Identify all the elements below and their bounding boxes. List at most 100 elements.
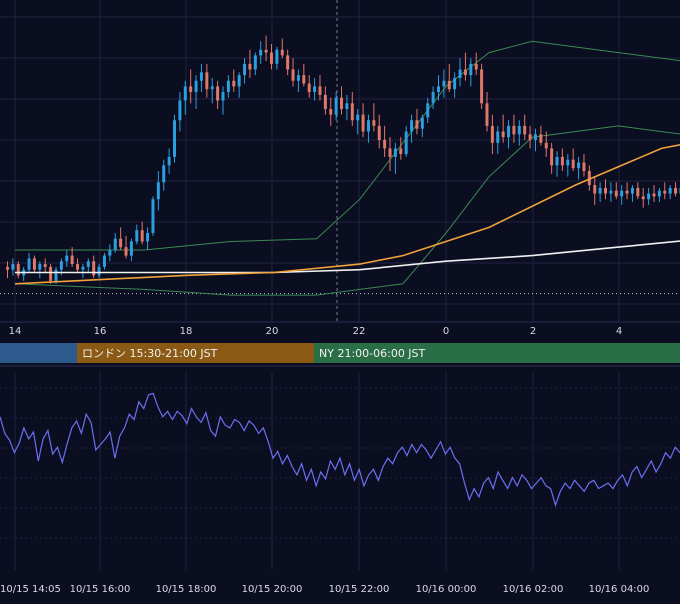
candle-body — [636, 187, 640, 197]
candle-body — [11, 264, 15, 270]
candle-body — [199, 72, 203, 81]
session-band-label: NY 21:00-06:00 JST — [319, 347, 426, 360]
candle-body — [641, 196, 645, 200]
candle-body — [156, 182, 160, 200]
candle-body — [668, 187, 672, 194]
candle-body — [474, 63, 478, 70]
chart-canvas: ロンドン 15:30-21:00 JST NY 21:00-06:00 JST 1… — [0, 0, 680, 595]
candle-body — [32, 258, 36, 270]
candle-body — [630, 187, 634, 194]
candle-body — [269, 52, 273, 64]
candle-body — [232, 80, 236, 87]
candle-body — [442, 80, 446, 87]
candle-body — [135, 230, 139, 242]
candle-body — [334, 97, 338, 115]
x-tick-label: 2 — [530, 326, 536, 337]
candle-body — [313, 86, 317, 93]
candle-body — [437, 86, 440, 93]
candle-body — [582, 162, 586, 171]
oscillator-panel — [0, 392, 680, 508]
candle-body — [205, 72, 209, 90]
session-band-label: ロンドン 15:30-21:00 JST — [82, 347, 218, 360]
candle-body — [221, 92, 225, 101]
candle-body — [533, 134, 537, 140]
candle-body — [593, 185, 597, 194]
candle-body — [183, 86, 187, 101]
candle-body — [296, 75, 300, 81]
candle-body — [539, 134, 543, 143]
bollinger-upper-line — [15, 40, 680, 251]
candle-body — [555, 156, 559, 166]
candle-body — [59, 261, 63, 270]
candle-body — [507, 125, 511, 138]
candle-body — [243, 63, 247, 76]
session-bands: ロンドン 15:30-21:00 JST NY 21:00-06:00 JST — [0, 343, 680, 363]
candle-body — [657, 190, 661, 197]
candle-body — [453, 77, 457, 90]
candle-body — [620, 190, 624, 197]
candle-body — [189, 86, 193, 93]
candle-body — [86, 261, 90, 267]
sma-short-line — [14, 143, 680, 285]
candle-body — [480, 69, 484, 104]
x-tick-label: 18 — [180, 326, 193, 337]
candle-body — [517, 125, 521, 135]
candle-body — [280, 49, 284, 56]
candle-body — [6, 266, 9, 270]
candle-body — [248, 63, 252, 70]
candle-body — [361, 114, 365, 132]
candle-body — [663, 190, 667, 194]
candle-body — [43, 264, 47, 267]
candlesticks — [6, 35, 680, 284]
candle-body — [113, 238, 117, 250]
session-band — [0, 343, 77, 363]
candle-body — [496, 131, 500, 143]
x-tick-label: 0 — [443, 326, 449, 337]
x-tick-label: 4 — [616, 326, 622, 337]
candle-body — [253, 55, 257, 70]
candle-body — [674, 187, 678, 194]
candle-body — [614, 190, 618, 197]
time-tick-label: 10/15 20:00 — [242, 584, 303, 595]
candle-body — [356, 114, 360, 121]
candle-body — [463, 69, 467, 76]
candle-body — [350, 103, 354, 121]
candle-body — [528, 134, 532, 140]
candle-body — [70, 255, 74, 265]
candle-body — [124, 247, 128, 256]
candle-body — [194, 80, 198, 93]
time-tick-label: 10/16 00:00 — [416, 584, 477, 595]
candle-body — [173, 120, 177, 157]
candle-body — [286, 55, 290, 70]
time-tick-label: 10/16 04:00 — [589, 584, 650, 595]
candle-body — [383, 139, 387, 149]
candle-body — [49, 266, 53, 281]
candle-body — [426, 103, 430, 118]
time-tick-label: 10/15 14:05 — [0, 584, 61, 595]
candle-body — [366, 120, 370, 132]
candle-body — [377, 125, 381, 140]
candle-body — [102, 255, 106, 267]
candle-body — [307, 83, 311, 93]
candle-body — [458, 69, 462, 78]
candle-body — [609, 190, 613, 194]
candle-body — [27, 258, 31, 270]
candle-body — [485, 103, 489, 126]
x-tick-label: 22 — [353, 326, 366, 337]
candle-body — [340, 97, 344, 109]
candle-body — [345, 103, 349, 109]
candle-body — [388, 148, 392, 157]
candle-body — [81, 266, 85, 270]
candle-body — [393, 148, 397, 157]
candle-body — [544, 142, 548, 149]
x-tick-label: 14 — [9, 326, 22, 337]
candle-body — [598, 187, 602, 194]
candle-body — [447, 80, 451, 90]
candle-body — [146, 233, 150, 242]
candle-body — [162, 165, 166, 183]
candle-body — [167, 156, 171, 166]
forex-chart: ロンドン 15:30-21:00 JST NY 21:00-06:00 JST 1… — [0, 0, 680, 600]
candle-body — [566, 159, 570, 166]
candle-body — [151, 199, 155, 234]
candle-body — [97, 266, 101, 276]
